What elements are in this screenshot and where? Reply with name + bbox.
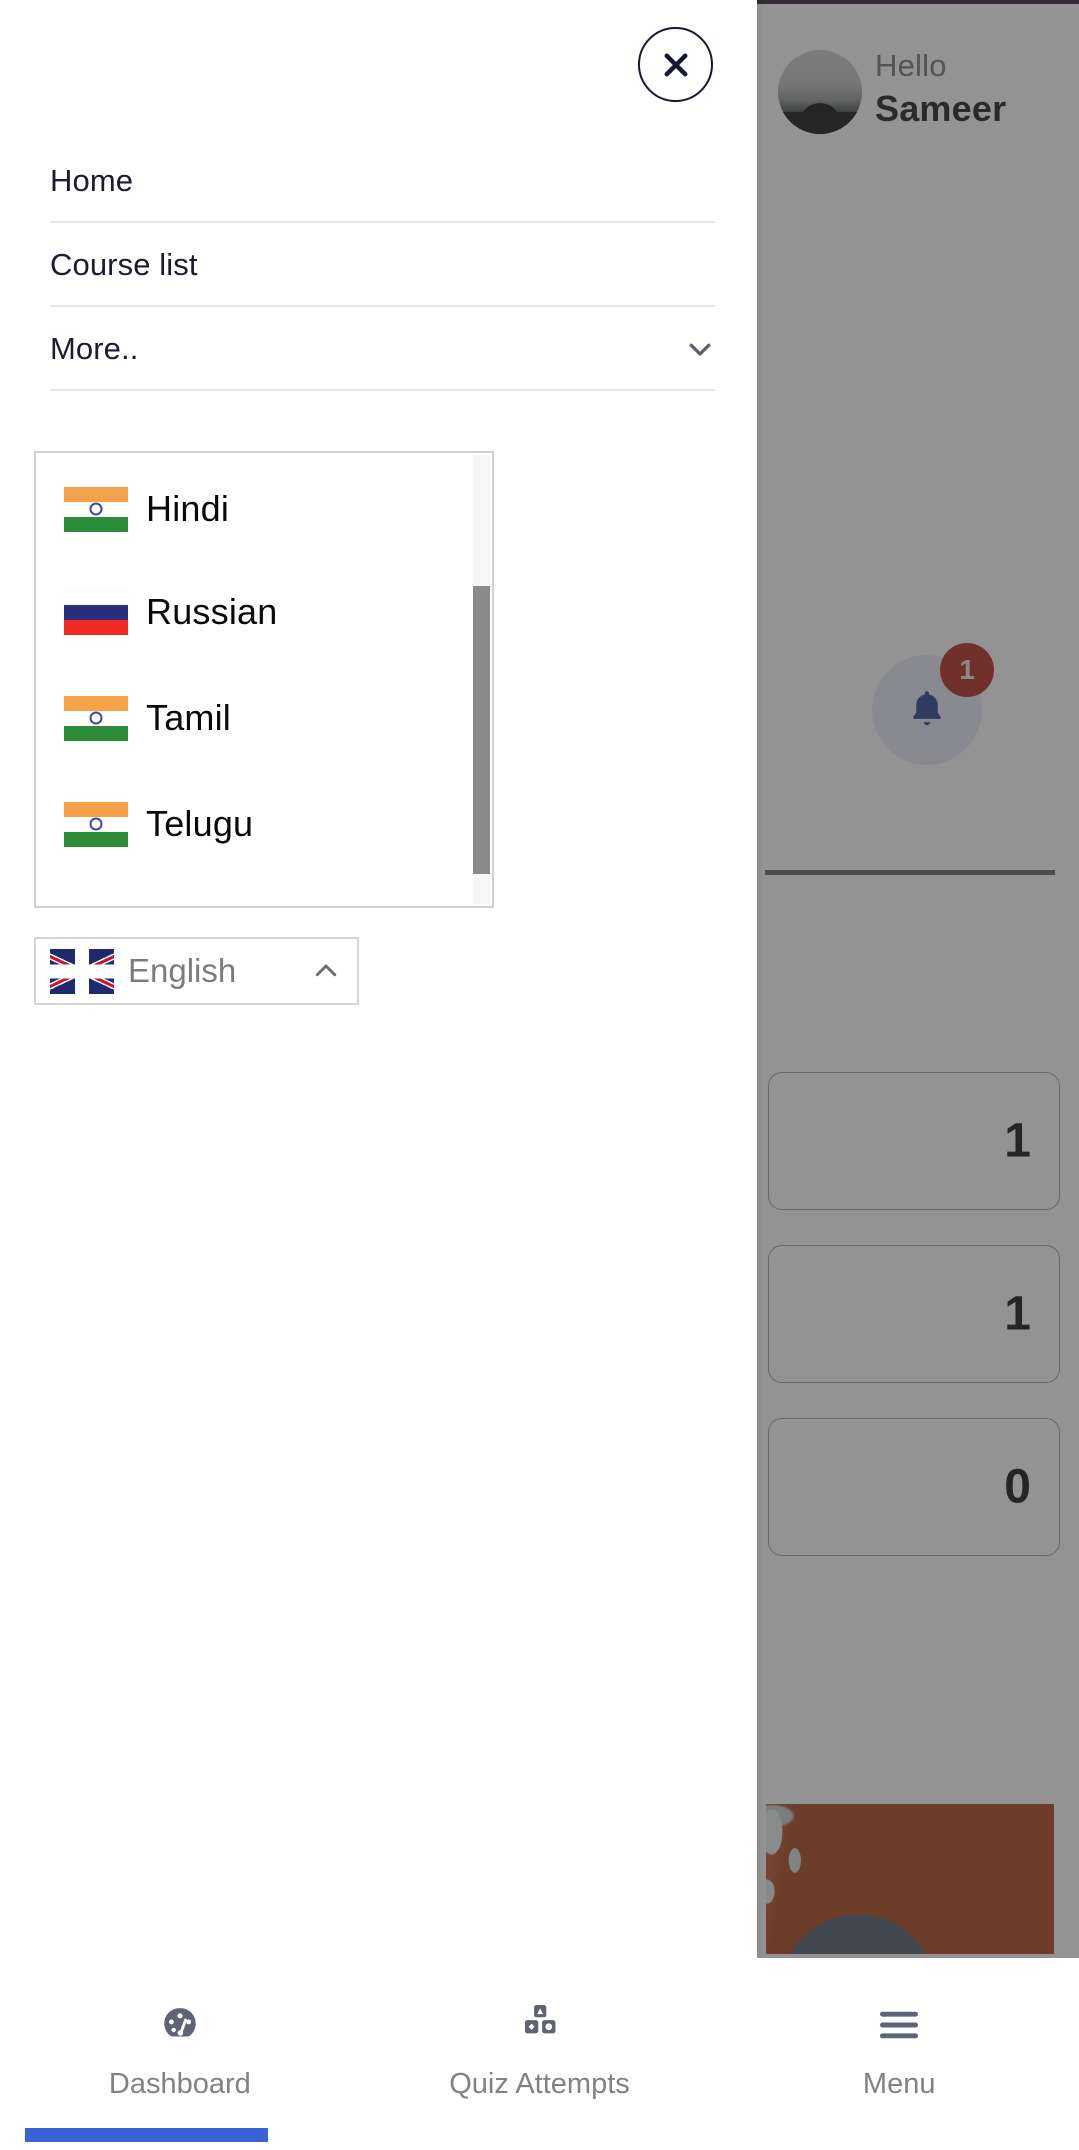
language-option-hindi[interactable]: Hindi [36, 453, 478, 559]
home-indicator [25, 2128, 268, 2142]
language-option-label: Hindi [146, 488, 230, 529]
flag-india-icon [64, 695, 128, 741]
bell-icon [913, 691, 941, 726]
stat-card[interactable]: 1 [768, 1245, 1060, 1383]
app-root: Hello Sameer 1 1 1 0 Home Course list Mo… [0, 0, 1079, 2150]
flag-india-icon [64, 486, 128, 532]
speedometer-icon [157, 2002, 203, 2048]
close-icon [664, 53, 687, 76]
notification-button[interactable]: 1 [872, 643, 994, 765]
language-option-tamil[interactable]: Tamil [36, 665, 478, 771]
menu-item-label: Home [50, 163, 134, 198]
menu-item-course-list[interactable]: Course list [0, 223, 757, 307]
stat-value: 1 [1004, 1287, 1031, 1341]
flag-pakistan-icon: ✦ [64, 908, 128, 909]
language-option-telugu[interactable]: Telugu [36, 771, 478, 877]
drawer-menu-list: Home Course list More.. [0, 139, 757, 391]
menu-item-more[interactable]: More.. [0, 307, 757, 391]
notification-badge: 1 [940, 643, 994, 697]
menu-item-label: Course list [50, 247, 198, 282]
language-option-label: Russian [146, 591, 278, 632]
selected-language-label: English [128, 952, 237, 989]
greeting-label: Hello [875, 48, 947, 83]
menu-item-label: More.. [50, 331, 139, 366]
promo-image[interactable] [766, 1804, 1054, 1954]
section-divider [765, 870, 1055, 875]
user-name: Sameer [875, 88, 1007, 129]
blocks-icon [519, 2002, 561, 2048]
nav-item-dashboard[interactable]: Dashboard [0, 1958, 360, 2150]
scrollbar-thumb[interactable] [473, 586, 490, 874]
flag-united-kingdom-icon [50, 948, 114, 994]
stat-value: 1 [1004, 1114, 1031, 1168]
close-drawer-button[interactable] [638, 27, 713, 102]
language-option-urdu[interactable]: ✦ Urdu [36, 877, 478, 909]
stat-card[interactable]: 0 [768, 1418, 1060, 1556]
menu-item-home[interactable]: Home [0, 139, 757, 223]
bottom-navigation-bar: Dashboard Quiz Attempts Menu [0, 1958, 1079, 2150]
language-option-label: Telugu [146, 803, 254, 844]
chevron-down-icon[interactable] [685, 334, 715, 364]
stat-card[interactable]: 1 [768, 1072, 1060, 1210]
flag-russia-icon [64, 589, 128, 635]
menu-divider [50, 389, 715, 391]
flag-india-icon [64, 801, 128, 847]
language-selector[interactable]: English [34, 937, 359, 1005]
hamburger-menu-icon [876, 2002, 922, 2048]
language-option-label: Tamil [146, 697, 232, 738]
language-options-scroller: Hindi Russian Tamil Telugu ✦ [36, 453, 478, 906]
chevron-up-icon[interactable] [311, 956, 341, 986]
stat-value: 0 [1004, 1460, 1031, 1514]
navigation-drawer: Home Course list More.. Hindi Russian Ta… [0, 0, 757, 1958]
nav-item-label: Menu [862, 2068, 936, 2100]
avatar[interactable] [778, 50, 862, 134]
language-option-russian[interactable]: Russian [36, 559, 478, 665]
nav-item-label: Quiz Attempts [449, 2068, 630, 2100]
nav-item-menu[interactable]: Menu [719, 1958, 1079, 2150]
nav-item-quiz-attempts[interactable]: Quiz Attempts [360, 1958, 720, 2150]
language-options-popup: Hindi Russian Tamil Telugu ✦ [34, 451, 494, 908]
language-list-scrollbar[interactable] [473, 455, 490, 904]
nav-item-label: Dashboard [108, 2068, 251, 2100]
